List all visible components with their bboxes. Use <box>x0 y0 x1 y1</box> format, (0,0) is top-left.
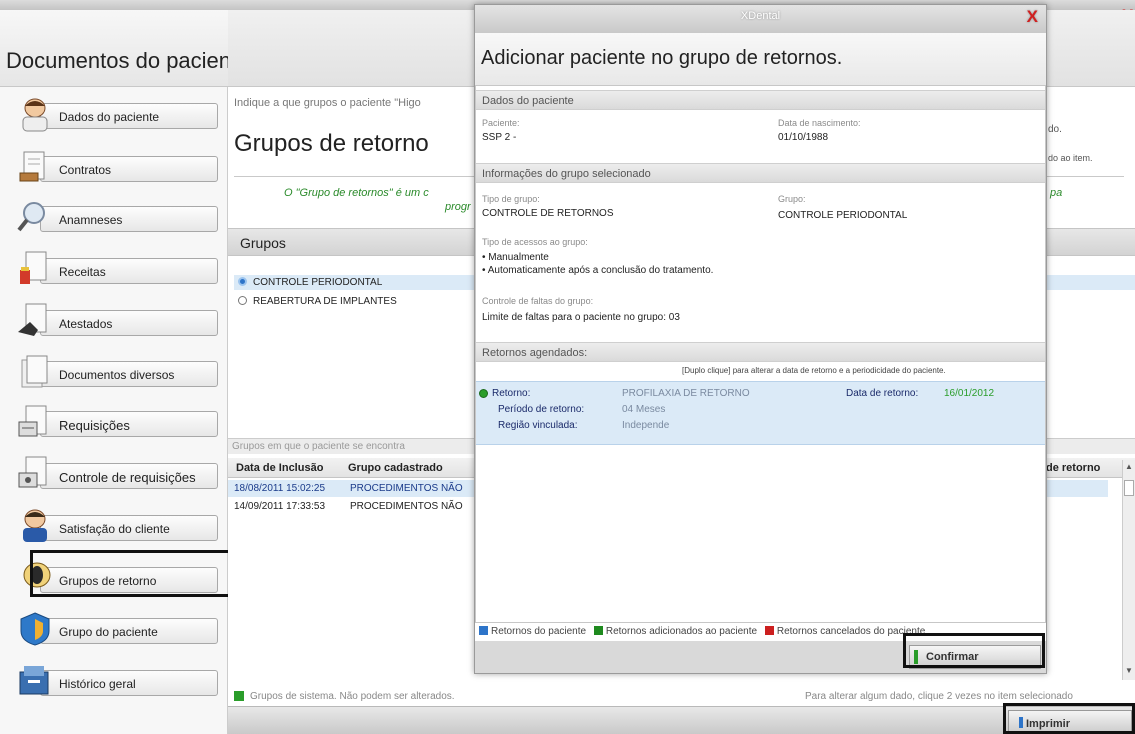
prescription-icon <box>16 250 54 286</box>
scheduled-return-entry[interactable]: Retorno: PROFILAXIA DE RETORNO Data de r… <box>476 381 1045 445</box>
highlight-frame <box>30 550 238 597</box>
legend-patient: Retornos do paciente <box>491 626 587 637</box>
group-option-label: CONTROLE PERIODONTAL <box>253 277 383 288</box>
highlight-frame <box>1003 703 1135 734</box>
group-type-label: Tipo de grupo: <box>482 194 540 204</box>
footer-legend-text: Grupos de sistema. Não podem ser alterad… <box>250 691 455 702</box>
sidebar-item-label[interactable]: Receitas <box>40 258 218 284</box>
entry-return-label: Retorno: <box>492 388 531 399</box>
absence-control-value: Limite de faltas para o paciente no grup… <box>482 312 680 323</box>
scroll-up-icon[interactable]: ▲ <box>1125 462 1133 471</box>
scheduled-hint: [Duplo clique] para alterar a data de re… <box>682 366 946 375</box>
patient-value: SSP 2 - <box>482 132 517 143</box>
right-text-1: do. <box>1048 124 1062 135</box>
sidebar-item-label[interactable]: Requisições <box>40 411 218 437</box>
entry-region-value: Independe <box>622 420 670 431</box>
legend-patient-swatch <box>479 626 488 635</box>
row-group: PROCEDIMENTOS NÃO <box>350 501 463 512</box>
intro-text: Indique a que grupos o paciente "Higo <box>234 97 421 109</box>
bottom-bar <box>228 706 1135 734</box>
entry-region-label: Região vinculada: <box>498 420 578 431</box>
add-patient-dialog: XDental X Adicionar paciente no grupo de… <box>474 4 1047 674</box>
system-group-swatch <box>234 691 244 702</box>
dialog-body: Dados do paciente Paciente: SSP 2 - Data… <box>475 85 1046 623</box>
sidebar-item-label[interactable]: Satisfação do cliente <box>40 515 218 541</box>
footer-legend: Grupos de sistema. Não podem ser alterad… <box>234 691 455 702</box>
table-scrollbar[interactable]: ▲ ▼ <box>1122 460 1135 680</box>
group-value: CONTROLE PERIODONTAL <box>778 210 908 221</box>
contract-icon <box>16 149 54 185</box>
entry-date-value: 16/01/2012 <box>944 388 995 399</box>
group-type-value: CONTROLE DE RETORNOS <box>482 208 614 219</box>
sidebar-item-label[interactable]: Histórico geral <box>40 670 218 696</box>
right-text-2: do ao item. <box>1048 153 1093 163</box>
highlight-frame <box>903 633 1045 668</box>
dialog-close-icon[interactable]: X <box>1027 7 1038 27</box>
entry-return-value: PROFILAXIA DE RETORNO <box>622 388 750 399</box>
enrolled-caption: Grupos em que o paciente se encontra <box>232 441 405 452</box>
requisition-icon <box>16 404 54 440</box>
description-line-1: O "Grupo de retornos" é um c <box>284 187 429 199</box>
description-line-2: progr <box>445 201 471 213</box>
row-date: 14/09/2011 17:33:53 <box>234 501 326 512</box>
column-header-group[interactable]: Grupo cadastrado <box>348 462 443 474</box>
group-option-label: REABERTURA DE IMPLANTES <box>253 296 397 307</box>
entry-period-label: Período de retorno: <box>498 404 585 415</box>
description-right: pa <box>1050 187 1063 199</box>
sidebar-item-label[interactable]: Grupo do paciente <box>40 618 218 644</box>
doctor-icon <box>16 96 54 132</box>
patient-section-header: Dados do paciente <box>476 90 1045 110</box>
entry-period-value: 04 Meses <box>622 404 666 415</box>
radio-unchecked-icon[interactable] <box>238 296 247 305</box>
row-date: 18/08/2011 15:02:25 <box>234 483 326 494</box>
footer-hint: Para alterar algum dado, clique 2 vezes … <box>805 691 1073 702</box>
column-header-date[interactable]: Data de Inclusão <box>236 462 323 474</box>
dialog-heading: Adicionar paciente no grupo de retornos. <box>475 33 1046 85</box>
birth-label: Data de nascimento: <box>778 118 861 128</box>
entry-date-label: Data de retorno: <box>846 388 919 399</box>
sidebar-item-label[interactable]: Controle de requisições <box>40 463 218 489</box>
magnifier-icon <box>16 199 54 235</box>
scroll-thumb[interactable] <box>1124 480 1134 496</box>
legend-added-swatch <box>593 626 603 635</box>
column-header-return[interactable]: de retorno <box>1046 462 1100 474</box>
absence-control-label: Controle de faltas do grupo: <box>482 296 594 306</box>
documents-title: Documentos do paciente <box>0 10 249 87</box>
requisition-control-icon <box>16 455 54 491</box>
access-type-auto: • Automaticamente após a conclusão do tr… <box>482 265 714 276</box>
satisfaction-icon <box>16 507 54 543</box>
group-option-controle-periodontal[interactable]: CONTROLE PERIODONTAL <box>238 277 382 288</box>
legend-cancelled-swatch <box>764 626 774 635</box>
patient-label: Paciente: <box>482 118 520 128</box>
groups-header-label: Grupos <box>240 235 286 251</box>
page-title: Grupos de retorno <box>234 130 429 157</box>
scroll-down-icon[interactable]: ▼ <box>1125 666 1133 675</box>
sidebar-item-label[interactable]: Dados do paciente <box>40 103 218 129</box>
sidebar-item-label[interactable]: Contratos <box>40 156 218 182</box>
patient-group-icon <box>16 611 54 647</box>
sidebar-item-label[interactable]: Documentos diversos <box>40 361 218 387</box>
scheduled-section-header: Retornos agendados: <box>476 342 1045 362</box>
history-icon <box>16 662 54 698</box>
sidebar-item-label[interactable]: Atestados <box>40 310 218 336</box>
entry-ok-icon <box>479 389 488 398</box>
sidebar-item-label[interactable]: Anamneses <box>40 206 218 232</box>
group-info-section-header: Informações do grupo selecionado <box>476 163 1045 183</box>
group-label: Grupo: <box>778 194 806 204</box>
access-type-label: Tipo de acessos ao grupo: <box>482 237 588 247</box>
dialog-window-title: XDental <box>740 10 781 22</box>
certificate-icon <box>16 302 54 338</box>
group-option-reabertura-de-implantes[interactable]: REABERTURA DE IMPLANTES <box>238 296 397 307</box>
dialog-titlebar: XDental X <box>475 5 1046 33</box>
legend-added: Retornos adicionados ao paciente <box>605 626 758 637</box>
radio-checked-icon[interactable] <box>238 277 247 286</box>
documents-icon <box>16 354 54 390</box>
birth-value: 01/10/1988 <box>778 132 829 143</box>
access-type-manual: • Manualmente <box>482 252 549 263</box>
row-group: PROCEDIMENTOS NÃO <box>350 483 463 494</box>
